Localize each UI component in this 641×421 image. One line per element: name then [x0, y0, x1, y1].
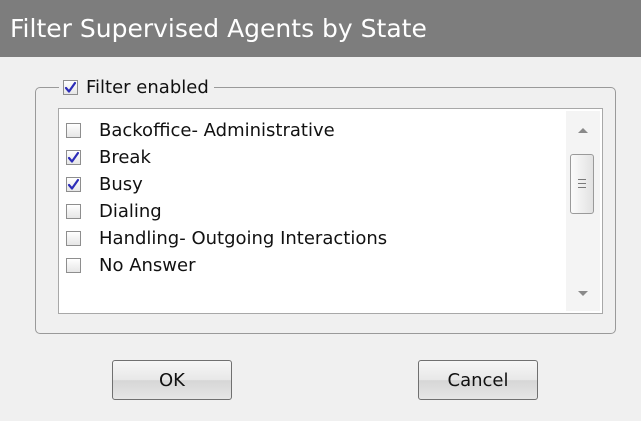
state-checkbox[interactable] — [66, 177, 81, 192]
state-listbox[interactable]: Backoffice- Administrative Break Busy Diali… — [58, 108, 603, 314]
cancel-button[interactable]: Cancel — [418, 360, 538, 400]
state-label: No Answer — [99, 255, 196, 276]
state-list: Backoffice- Administrative Break Busy Diali… — [59, 117, 564, 279]
state-list-item[interactable]: Backoffice- Administrative — [59, 117, 564, 144]
state-list-item[interactable]: Busy — [59, 171, 564, 198]
filter-enabled-toggle[interactable]: Filter enabled — [59, 73, 214, 101]
state-checkbox[interactable] — [66, 123, 81, 138]
filter-enabled-checkbox[interactable] — [63, 79, 78, 95]
state-list-item[interactable]: Dialing — [59, 198, 564, 225]
state-checkbox[interactable] — [66, 204, 81, 219]
scroll-thumb[interactable] — [570, 154, 594, 214]
state-label: Dialing — [99, 201, 162, 222]
state-checkbox[interactable] — [66, 258, 81, 273]
filter-dialog: Filter Supervised Agents by State Filter… — [0, 0, 641, 421]
state-label: Break — [99, 147, 151, 168]
check-icon — [64, 81, 77, 93]
state-list-item[interactable]: Break — [59, 144, 564, 171]
title-bar: Filter Supervised Agents by State — [0, 0, 641, 57]
grip-line — [578, 187, 586, 188]
state-label: Handling- Outgoing Interactions — [99, 228, 388, 249]
state-label: Backoffice- Administrative — [99, 120, 335, 141]
state-list-item[interactable]: Handling- Outgoing Interactions — [59, 225, 564, 252]
grip-line — [578, 179, 586, 180]
state-checkbox[interactable] — [66, 150, 81, 165]
filter-enabled-label: Filter enabled — [86, 76, 209, 98]
scroll-down-arrow-icon[interactable] — [578, 291, 588, 296]
state-list-item[interactable]: No Answer — [59, 252, 564, 279]
ok-button[interactable]: OK — [112, 360, 232, 400]
dialog-title: Filter Supervised Agents by State — [10, 14, 427, 43]
grip-line — [578, 183, 586, 184]
state-label: Busy — [99, 174, 143, 195]
check-icon — [67, 151, 80, 163]
state-checkbox[interactable] — [66, 231, 81, 246]
vertical-scrollbar[interactable] — [566, 111, 600, 311]
check-icon — [67, 178, 80, 190]
scroll-up-arrow-icon[interactable] — [578, 128, 588, 133]
